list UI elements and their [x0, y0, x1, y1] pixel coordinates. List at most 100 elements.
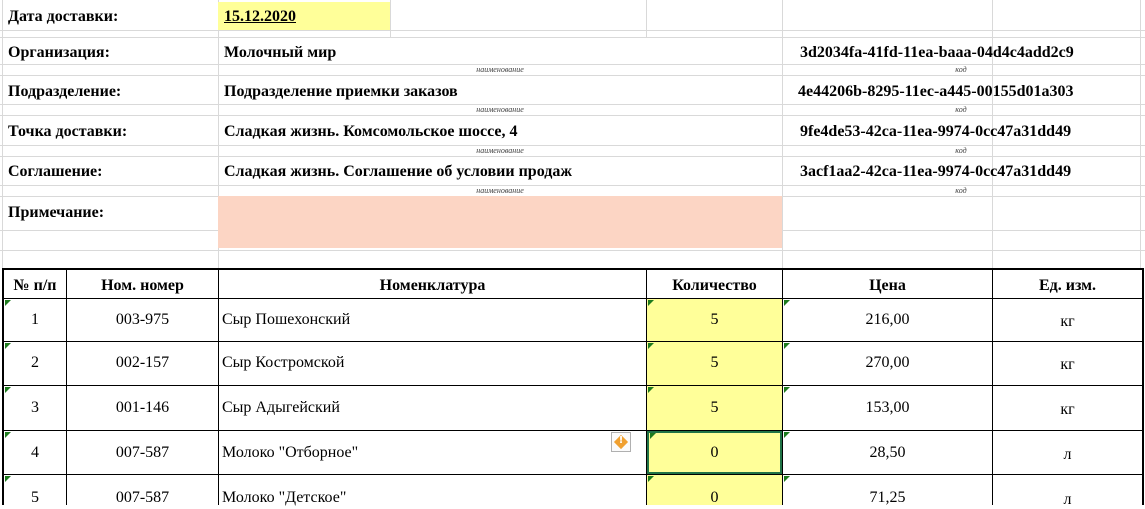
name-caption: наименование: [476, 65, 524, 74]
error-indicator-icon: [650, 433, 656, 439]
error-indicator-icon: [784, 432, 790, 438]
cell-nomenclature[interactable]: Молоко "Отборное": [222, 444, 358, 462]
cell-price[interactable]: 71,25: [783, 489, 992, 507]
table-border: [2, 268, 4, 505]
cell-nomenclature[interactable]: Молоко "Детское": [222, 489, 346, 507]
column-header-quantity: Количество: [672, 277, 757, 294]
error-indicator-icon: [784, 476, 790, 482]
organization-label: Организация:: [8, 44, 110, 61]
cell-unit[interactable]: кг: [993, 313, 1142, 331]
delivery-point-code[interactable]: 9fe4de53-42ca-11ea-9974-0cc47a31dd49: [800, 123, 1071, 141]
cell-unit[interactable]: л: [993, 491, 1142, 509]
cell-quantity[interactable]: 5: [647, 311, 782, 329]
cell-number[interactable]: 3: [4, 399, 66, 417]
name-caption: наименование: [476, 186, 524, 195]
name-caption: наименование: [476, 146, 524, 155]
note-field[interactable]: [218, 196, 782, 248]
gridline: [390, 0, 391, 38]
delivery-date-value[interactable]: 15.12.2020: [224, 8, 296, 26]
delivery-point-label: Точка доставки:: [8, 123, 128, 140]
organization-name[interactable]: Молочный мир: [224, 44, 336, 62]
code-caption: код: [955, 146, 967, 155]
table-border: [2, 385, 1144, 386]
code-caption: код: [955, 186, 967, 195]
cell-number[interactable]: 5: [4, 489, 66, 507]
cell-quantity[interactable]: 0: [647, 489, 782, 507]
error-indicator-icon: [784, 343, 790, 349]
cell-code[interactable]: 002-157: [67, 354, 218, 372]
table-border: [2, 341, 1144, 342]
cell-code[interactable]: 007-587: [67, 489, 218, 507]
delivery-date-label: Дата доставки:: [8, 8, 119, 25]
cell-code[interactable]: 007-587: [67, 444, 218, 462]
cell-nomenclature[interactable]: Сыр Адыгейский: [222, 399, 340, 417]
department-code[interactable]: 4e44206b-8295-11ec-a445-00155d01a303: [798, 83, 1074, 101]
error-check-warning-icon[interactable]: !: [611, 432, 631, 452]
error-indicator-icon: [5, 432, 11, 438]
error-indicator-icon: [648, 343, 654, 349]
warning-glyph: !: [618, 435, 624, 446]
gridline: [0, 75, 1145, 76]
table-border: [782, 268, 783, 505]
code-caption: код: [955, 105, 967, 114]
cell-nomenclature[interactable]: Сыр Костромской: [222, 354, 344, 372]
table-border: [2, 298, 1144, 299]
error-indicator-icon: [5, 476, 11, 482]
gridline: [1140, 0, 1141, 268]
table-border: [2, 430, 1144, 431]
cell-code[interactable]: 001-146: [67, 399, 218, 417]
column-header-code: Ном. номер: [101, 277, 184, 294]
table-border: [218, 268, 219, 505]
cell-code[interactable]: 003-975: [67, 311, 218, 329]
name-caption: наименование: [476, 105, 524, 114]
cell-number[interactable]: 4: [4, 444, 66, 462]
column-header-unit: Ед. изм.: [1038, 277, 1097, 294]
column-header-number: № п/п: [13, 277, 57, 294]
gridline: [782, 0, 783, 268]
cell-nomenclature[interactable]: Сыр Пошехонский: [222, 311, 350, 329]
cell-number[interactable]: 2: [4, 354, 66, 372]
cell-price[interactable]: 28,50: [783, 444, 992, 462]
table-border: [2, 268, 1144, 270]
table-border: [992, 268, 993, 505]
table-border: [2, 474, 1144, 475]
column-header-price: Цена: [869, 277, 906, 294]
cell-unit[interactable]: кг: [993, 401, 1142, 419]
cell-unit[interactable]: кг: [993, 356, 1142, 374]
department-label: Подразделение:: [8, 83, 122, 100]
table-border: [66, 268, 67, 505]
error-indicator-icon: [784, 300, 790, 306]
cell-price[interactable]: 153,00: [783, 399, 992, 417]
error-indicator-icon: [5, 300, 11, 306]
gridline: [646, 0, 647, 38]
error-indicator-icon: [5, 343, 11, 349]
agreement-label: Соглашение:: [8, 163, 103, 180]
gridline: [2, 0, 3, 268]
cell-price[interactable]: 270,00: [783, 354, 992, 372]
error-indicator-icon: [5, 387, 11, 393]
cell-quantity[interactable]: 0: [647, 444, 782, 462]
column-header-nomenclature: Номенклатура: [379, 277, 486, 294]
note-label: Примечание:: [8, 204, 105, 221]
agreement-code[interactable]: 3acf1aa2-42ca-11ea-9974-0cc47a31dd49: [800, 163, 1071, 181]
gridline: [0, 37, 1145, 38]
error-indicator-icon: [648, 387, 654, 393]
gridline: [0, 115, 1145, 116]
delivery-point-name[interactable]: Сладкая жизнь. Комсомольское шоссе, 4: [224, 123, 518, 141]
cell-quantity[interactable]: 5: [647, 354, 782, 372]
gridline: [0, 250, 1145, 251]
error-indicator-icon: [648, 300, 654, 306]
code-caption: код: [955, 65, 967, 74]
organization-code[interactable]: 3d2034fa-41fd-11ea-baaa-04d4c4add2c9: [800, 44, 1074, 62]
gridline: [0, 30, 1145, 31]
cell-quantity[interactable]: 5: [647, 399, 782, 417]
cell-number[interactable]: 1: [4, 311, 66, 329]
agreement-name[interactable]: Сладкая жизнь. Соглашение об условии про…: [224, 163, 572, 181]
department-name[interactable]: Подразделение приемки заказов: [224, 83, 458, 101]
table-border: [1142, 268, 1144, 505]
cell-price[interactable]: 216,00: [783, 311, 992, 329]
error-indicator-icon: [648, 476, 654, 482]
error-indicator-icon: [784, 387, 790, 393]
gridline: [0, 156, 1145, 157]
cell-unit[interactable]: л: [993, 446, 1142, 464]
